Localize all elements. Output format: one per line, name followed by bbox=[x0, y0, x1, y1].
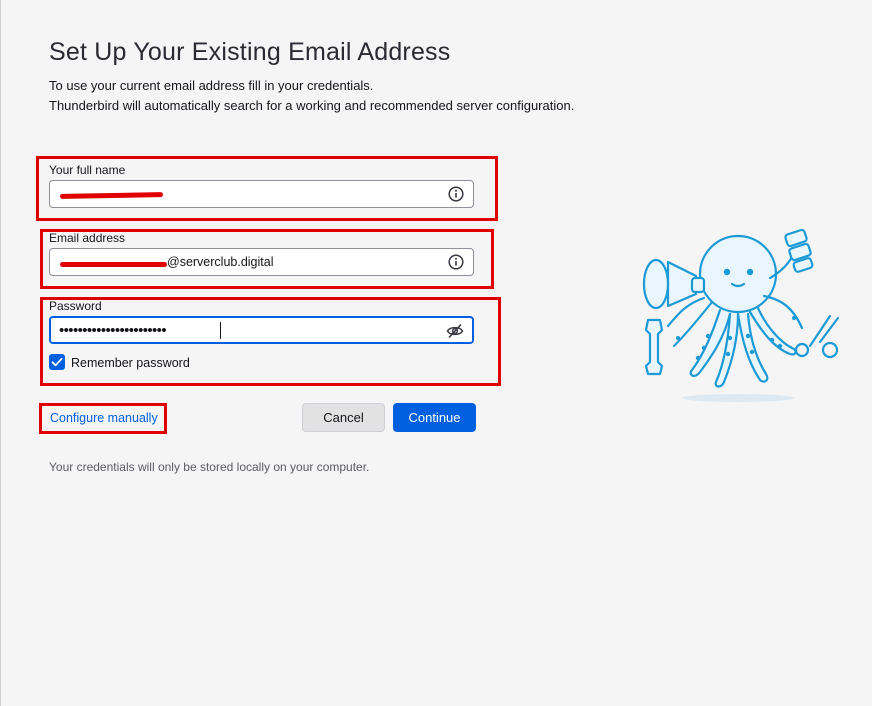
continue-button[interactable]: Continue bbox=[393, 403, 476, 432]
info-icon[interactable] bbox=[448, 254, 464, 270]
remember-password-checkbox[interactable] bbox=[49, 354, 65, 370]
page-title: Set Up Your Existing Email Address bbox=[49, 38, 451, 66]
intro-line-1: To use your current email address fill i… bbox=[49, 78, 374, 93]
email-field[interactable]: @serverclub.digital bbox=[49, 248, 474, 276]
octopus-mascot bbox=[642, 228, 840, 402]
eye-slash-icon[interactable] bbox=[446, 322, 464, 340]
configure-manually-link[interactable]: Configure manually bbox=[50, 411, 158, 425]
checkmark-icon bbox=[51, 357, 63, 367]
credentials-note: Your credentials will only be stored loc… bbox=[49, 460, 370, 474]
password-masked: ••••••••••••••••••••••• bbox=[59, 322, 167, 339]
password-label: Password bbox=[49, 299, 102, 313]
cancel-button[interactable]: Cancel bbox=[302, 403, 385, 432]
email-domain: @serverclub.digital bbox=[167, 255, 274, 269]
text-caret bbox=[220, 322, 221, 339]
remember-password-label[interactable]: Remember password bbox=[71, 356, 190, 370]
full-name-label: Your full name bbox=[49, 163, 126, 177]
window-edge bbox=[0, 0, 1, 706]
password-field[interactable]: ••••••••••••••••••••••• bbox=[49, 316, 474, 344]
intro-line-2: Thunderbird will automatically search fo… bbox=[49, 98, 575, 113]
info-icon[interactable] bbox=[448, 186, 464, 202]
redaction-mark bbox=[60, 262, 167, 267]
email-label: Email address bbox=[49, 231, 126, 245]
full-name-field[interactable] bbox=[49, 180, 474, 208]
redaction-mark bbox=[59, 192, 164, 199]
